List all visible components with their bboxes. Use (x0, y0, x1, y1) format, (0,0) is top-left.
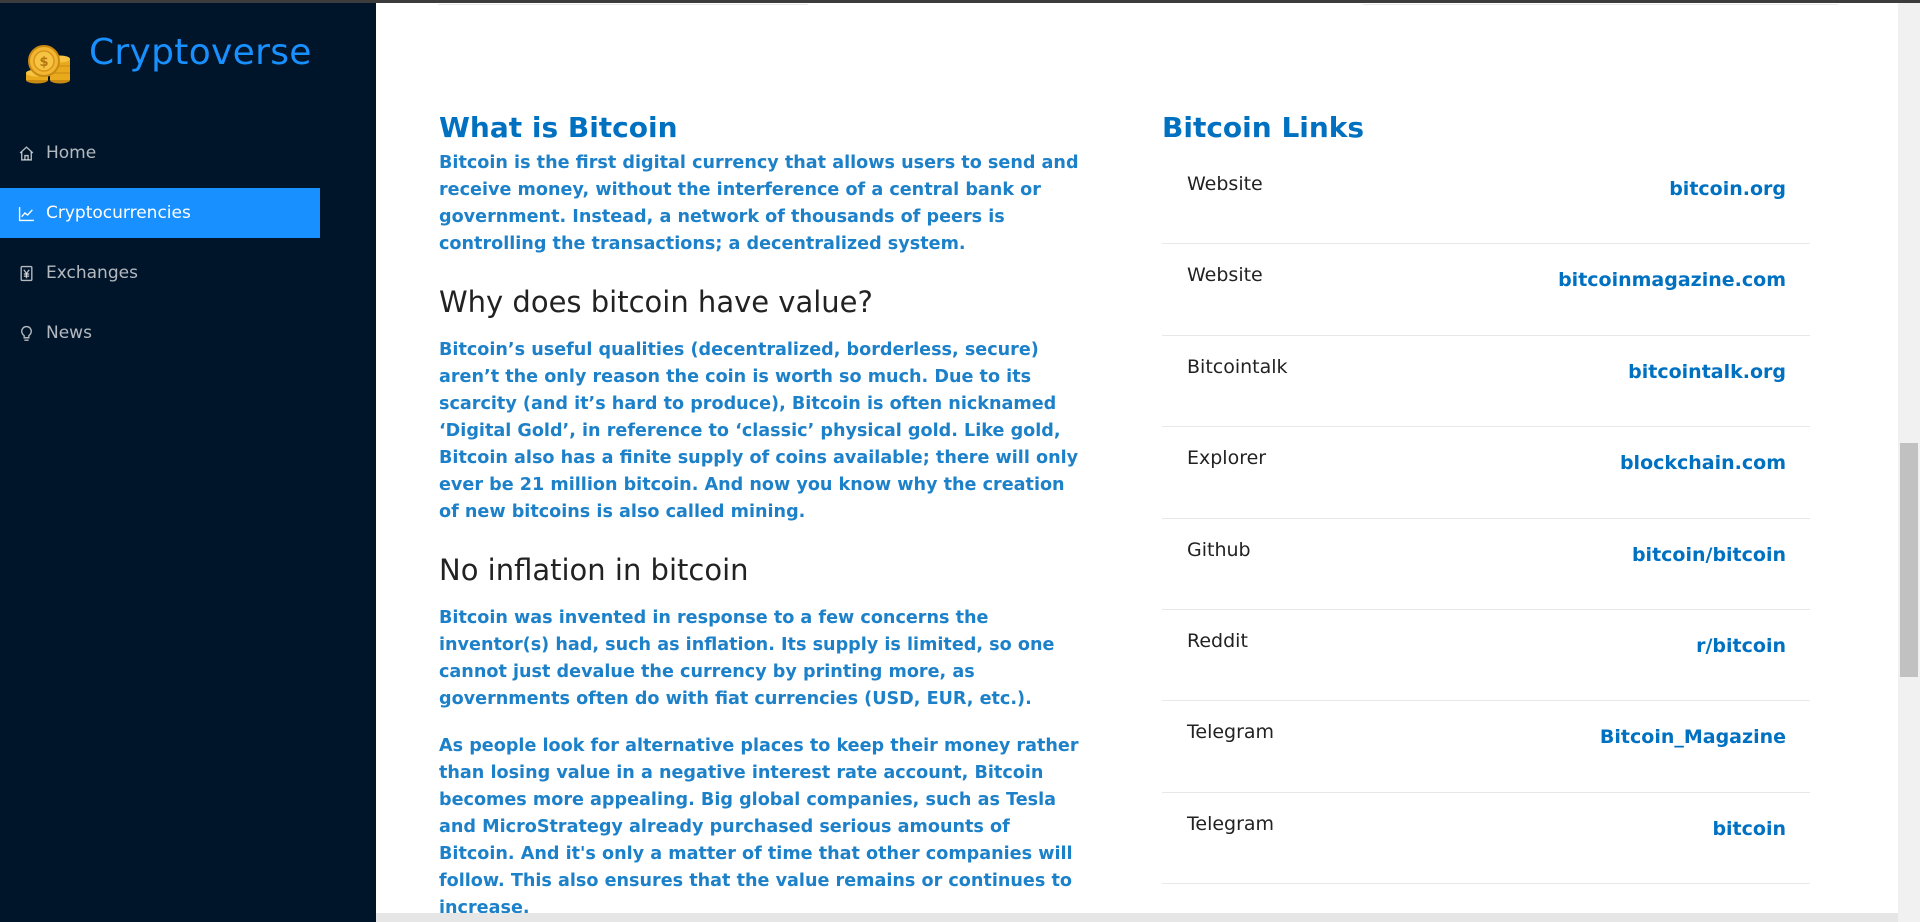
links-heading: Bitcoin Links (1162, 111, 1365, 144)
sidebar-item-label: Cryptocurrencies (46, 203, 191, 223)
link-value[interactable]: bitcointalk.org (1628, 361, 1786, 383)
what-is-text: Bitcoin is the first digital currency th… (439, 153, 1079, 254)
links-list: Website bitcoin.org Website bitcoinmagaz… (1162, 153, 1810, 885)
sidebar-menu: Home Cryptocurrencies Exchanges News (0, 128, 376, 368)
sidebar-item-home[interactable]: Home (0, 128, 320, 178)
divider (1363, 4, 1838, 5)
link-type: Bitcointalk (1187, 355, 1288, 378)
money-collect-icon (16, 263, 36, 283)
home-icon (16, 143, 36, 163)
sidebar-item-news[interactable]: News (0, 308, 320, 358)
sidebar-item-label: Home (46, 143, 97, 163)
list-item: Github bitcoin/bitcoin (1162, 519, 1810, 610)
sidebar-item-exchanges[interactable]: Exchanges (0, 248, 320, 298)
app-title[interactable]: Cryptoverse (89, 32, 312, 73)
svg-text:$: $ (39, 55, 48, 70)
what-is-heading: What is Bitcoin (439, 111, 678, 144)
coin-description: What is Bitcoin Bitcoin is the first dig… (439, 108, 1089, 922)
no-inflation-text-1: Bitcoin was invented in response to a fe… (439, 608, 1055, 709)
link-type: Telegram (1187, 721, 1275, 744)
link-type: Explorer (1187, 447, 1267, 470)
line-chart-icon (16, 203, 36, 223)
link-value[interactable]: Bitcoin_Magazine (1600, 726, 1786, 748)
sidebar-item-label: News (46, 323, 92, 343)
why-value-text: Bitcoin’s useful qualities (decentralize… (439, 340, 1079, 522)
sidebar-item-label: Exchanges (46, 263, 138, 283)
horizontal-scrollbar[interactable] (376, 913, 1898, 922)
sidebar: $ Cryptoverse Home Cryptocurrencies Exch… (0, 3, 376, 922)
divider (438, 4, 808, 5)
list-item: Explorer blockchain.com (1162, 427, 1810, 519)
link-type: Website (1187, 264, 1263, 287)
link-type: Telegram (1187, 812, 1275, 835)
no-inflation-text-2: As people look for alternative places to… (439, 736, 1079, 918)
list-item: Website bitcoin.org (1162, 153, 1810, 245)
list-item: Telegram Bitcoin_Magazine (1162, 701, 1810, 793)
no-inflation-heading: No inflation in bitcoin (439, 553, 749, 587)
link-value[interactable]: blockchain.com (1620, 452, 1786, 474)
link-value[interactable]: bitcoin.org (1669, 178, 1786, 200)
section-dividers (438, 4, 1838, 5)
link-type: Github (1187, 538, 1251, 561)
bulb-icon (16, 323, 36, 343)
sidebar-item-cryptocurrencies[interactable]: Cryptocurrencies (0, 188, 320, 238)
logo[interactable]: $ Cryptoverse (0, 3, 376, 113)
why-value-heading: Why does bitcoin have value? (439, 285, 873, 319)
link-value[interactable]: r/bitcoin (1696, 635, 1786, 657)
vertical-scrollbar-thumb[interactable] (1900, 443, 1918, 677)
list-item: Website bitcoinmagazine.com (1162, 244, 1810, 336)
link-value[interactable]: bitcoin/bitcoin (1632, 544, 1786, 566)
coin-links: Bitcoin Links Website bitcoin.org Websit… (1162, 108, 1810, 885)
coins-logo-icon: $ (26, 45, 70, 84)
link-value[interactable]: bitcoinmagazine.com (1558, 269, 1786, 291)
link-type: Website (1187, 173, 1263, 195)
link-value[interactable]: bitcoin (1712, 818, 1786, 840)
list-item: Reddit r/bitcoin (1162, 610, 1810, 702)
link-type: Reddit (1187, 629, 1248, 652)
list-item: Bitcointalk bitcointalk.org (1162, 336, 1810, 428)
list-item: Telegram bitcoin (1162, 793, 1810, 885)
